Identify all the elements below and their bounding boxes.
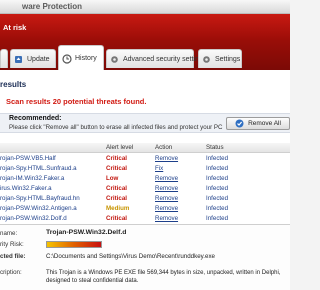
tab-update-label: Update bbox=[27, 55, 50, 63]
alert-banner: At risk bbox=[0, 14, 290, 40]
scan-result-text: Scan results 20 potential threats found. bbox=[6, 97, 147, 106]
detail-file-value: C:\Documents and Settings\Virus Demo\Rec… bbox=[46, 253, 215, 260]
threat-name: rojan-Spy.HTML.Sunfraud.a bbox=[0, 165, 77, 172]
remove-all-button[interactable]: Remove All bbox=[226, 117, 290, 130]
threat-name: rojan-IM.Win32.Faker.a bbox=[0, 175, 65, 182]
threat-name: rojan-PSW.Win32.Antigen.a bbox=[0, 205, 77, 212]
action-link[interactable]: Remove bbox=[155, 175, 178, 182]
action-link[interactable]: Remove bbox=[155, 155, 178, 162]
security-risk-meter bbox=[46, 241, 102, 248]
threat-name: irus.Win32.Faker.a bbox=[0, 185, 52, 192]
results-header: results bbox=[0, 80, 27, 89]
threat-name: rojan-PSW.Win32.Dolf.d bbox=[0, 215, 67, 222]
tab-settings-label: Settings bbox=[215, 55, 241, 63]
window-title: ware Protection bbox=[22, 2, 83, 11]
status-text: Infected bbox=[206, 205, 229, 212]
alert-level: Critical bbox=[106, 185, 127, 192]
action-link[interactable]: Remove bbox=[155, 215, 178, 222]
tab-bar: Update History Advanced security setting… bbox=[0, 40, 290, 70]
action-link[interactable]: Remove bbox=[155, 195, 178, 202]
tab-advanced-label: Advanced security settings bbox=[123, 55, 207, 63]
status-text: Infected bbox=[206, 165, 229, 172]
history-icon bbox=[62, 53, 72, 64]
col-header-action: Action bbox=[155, 144, 173, 151]
status-text: Infected bbox=[206, 175, 229, 182]
threat-name: rojan-Spy.HTML.Bayfraud.hn bbox=[0, 195, 80, 202]
alert-level: Critical bbox=[106, 155, 127, 162]
tab-history-label: History bbox=[75, 54, 97, 62]
recommendation-text: Please click "Remove all" button to eras… bbox=[9, 124, 223, 131]
gear-icon bbox=[110, 55, 119, 64]
window-titlebar: ware Protection bbox=[0, 0, 290, 14]
threats-table-header: Alert level Action Status bbox=[0, 143, 290, 153]
col-header-status: Status bbox=[206, 144, 224, 151]
remove-all-label: Remove All bbox=[248, 120, 281, 127]
tab-settings[interactable]: Settings bbox=[198, 49, 242, 68]
update-icon bbox=[14, 55, 23, 64]
detail-description-value: This Trojan is a Windows PE EXE file 569… bbox=[46, 270, 281, 284]
security-risk-fill bbox=[47, 242, 101, 247]
detail-risk-label: rity Risk: bbox=[0, 241, 24, 248]
detail-file-label: cted file: bbox=[0, 253, 26, 260]
detail-name-label: name: bbox=[0, 230, 18, 237]
tab-history[interactable]: History bbox=[58, 45, 104, 70]
detail-description-label: cription: bbox=[0, 269, 22, 276]
status-text: Infected bbox=[206, 215, 229, 222]
action-link[interactable]: Remove bbox=[155, 185, 178, 192]
action-link[interactable]: Remove bbox=[155, 205, 178, 212]
alert-level: Critical bbox=[106, 195, 127, 202]
gear-icon bbox=[202, 55, 211, 64]
main-panel: results Scan results 20 potential threat… bbox=[0, 70, 290, 290]
alert-level: Critical bbox=[106, 165, 127, 172]
recommendation-title: Recommended: bbox=[9, 115, 62, 122]
alert-level: Critical bbox=[106, 215, 127, 222]
alert-status-text: At risk bbox=[3, 23, 27, 32]
threat-name: rojan-PSW.VB5.Half bbox=[0, 155, 56, 162]
detail-name-value: Trojan-PSW.Win32.Delf.d bbox=[46, 229, 127, 236]
threat-details-panel: name: Trojan-PSW.Win32.Delf.d rity Risk:… bbox=[0, 224, 290, 290]
status-text: Infected bbox=[206, 195, 229, 202]
col-header-alert-level: Alert level bbox=[106, 144, 134, 151]
status-text: Infected bbox=[206, 185, 229, 192]
alert-level: Medium bbox=[106, 205, 130, 212]
tab-update[interactable]: Update bbox=[10, 49, 56, 68]
status-text: Infected bbox=[206, 155, 229, 162]
remove-all-icon bbox=[235, 119, 244, 128]
alert-level: Low bbox=[106, 175, 119, 182]
tab-scan-partial[interactable] bbox=[0, 49, 8, 68]
action-link[interactable]: Fix bbox=[155, 165, 163, 172]
tab-advanced-security-settings[interactable]: Advanced security settings bbox=[106, 49, 206, 68]
